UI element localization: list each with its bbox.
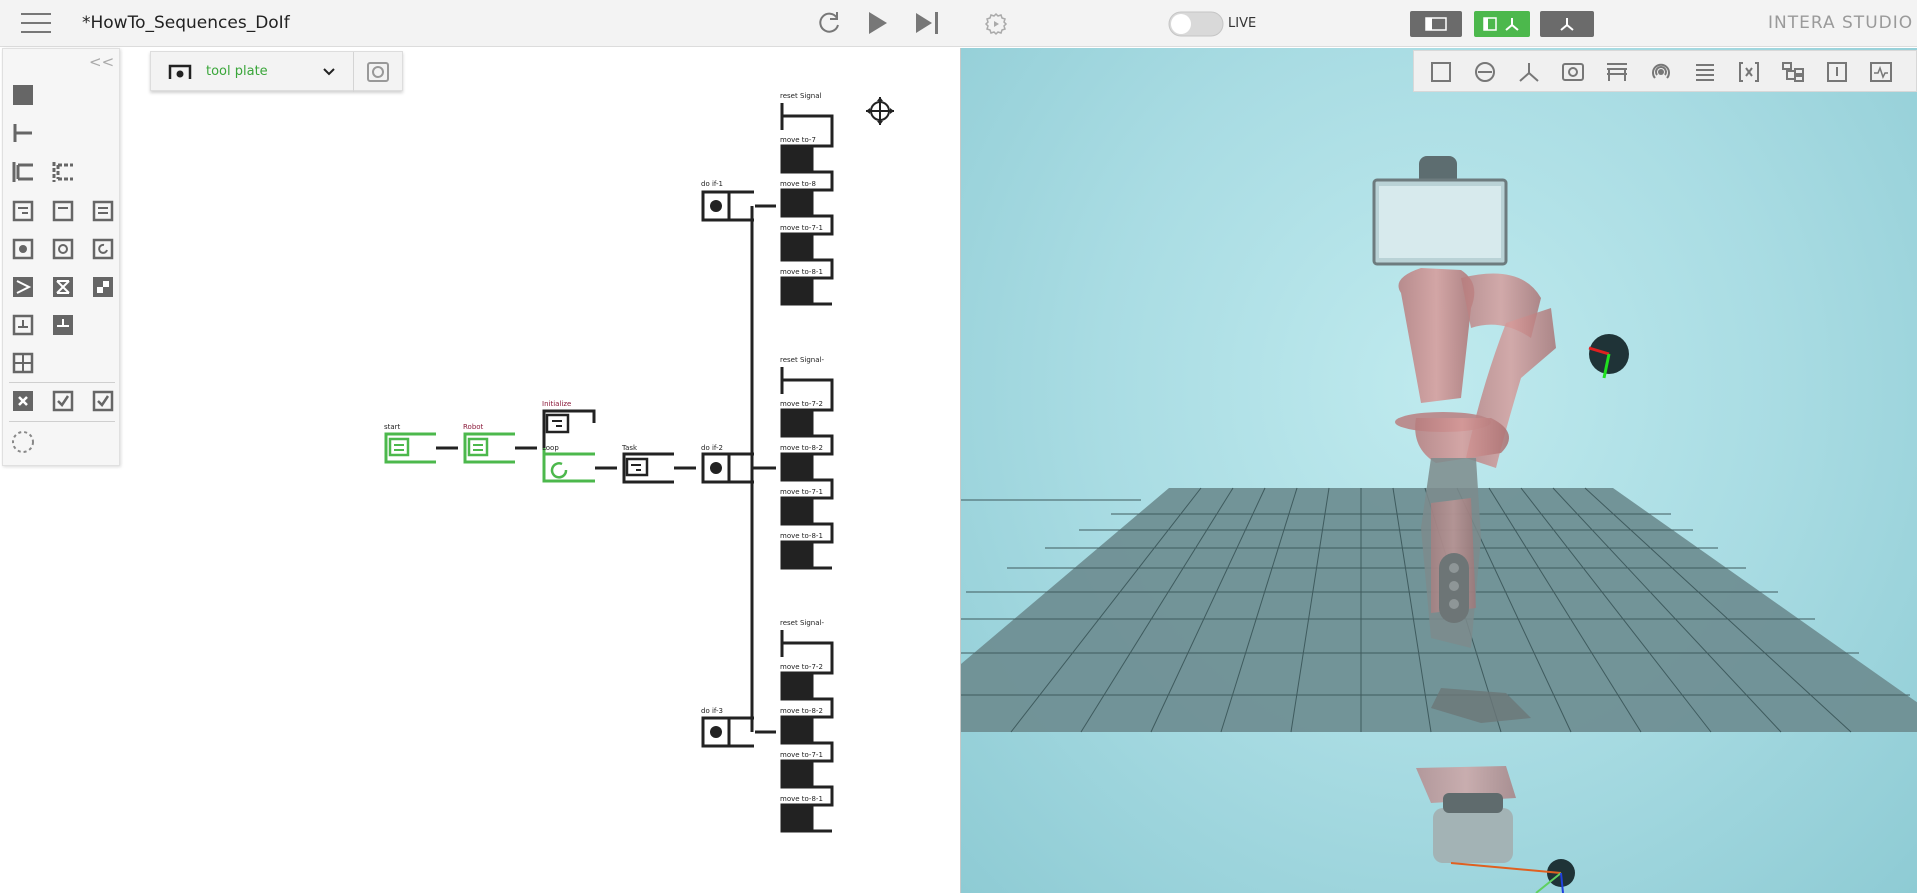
hamburger-menu-icon[interactable] — [16, 7, 56, 39]
panel-icon — [1483, 17, 1497, 31]
do-if-2-node[interactable] — [701, 452, 754, 484]
wait-node-icon[interactable] — [50, 274, 76, 300]
chevron-down-icon — [323, 68, 335, 76]
node-label: move to-8-1 — [780, 268, 823, 276]
frame-square-icon[interactable] — [1428, 59, 1454, 85]
move-to-node-icon[interactable] — [10, 274, 36, 300]
node-label: start — [384, 423, 401, 431]
node-label: do if-1 — [701, 180, 723, 188]
node-label: move to-7-1 — [780, 224, 823, 232]
node-label: Task — [622, 444, 638, 452]
3d-view-mode-button[interactable] — [1540, 11, 1594, 37]
step-icon[interactable] — [912, 8, 942, 38]
brand-logo: INTERA STUDIO — [1768, 13, 1914, 33]
list-icon[interactable] — [1692, 59, 1718, 85]
node-label: move to-8-1 — [780, 532, 823, 540]
set-node-icon[interactable] — [10, 312, 36, 338]
loop-node[interactable] — [542, 448, 595, 483]
document-title: *HowTo_Sequences_DoIf — [82, 13, 290, 33]
viewport-toolbar — [1413, 50, 1917, 92]
grid-node-icon[interactable] — [10, 350, 36, 376]
split-view-mode-button[interactable] — [1474, 11, 1530, 37]
node-label: move to-7-1 — [780, 488, 823, 496]
panel-icon — [1425, 17, 1447, 31]
loop-node-icon[interactable] — [90, 236, 116, 262]
node-label: move to-8-2 — [780, 707, 823, 715]
node-label: move to-7-1 — [780, 751, 823, 759]
check-node-icon[interactable] — [50, 388, 76, 414]
node-toolbox-panel: << — [2, 48, 120, 466]
reset-icon[interactable] — [814, 8, 844, 38]
robot-node[interactable] — [463, 432, 515, 464]
sequence-dotted-node-icon[interactable] — [50, 159, 76, 185]
play-icon[interactable] — [862, 8, 892, 38]
do-if-1-node[interactable] — [701, 190, 754, 222]
gripper-node-icon[interactable] — [90, 274, 116, 300]
axes-icon — [1560, 18, 1574, 31]
top-bar: *HowTo_Sequences_DoIf LIVE INTERA STUDIO — [0, 0, 1917, 47]
task-node[interactable] — [622, 452, 674, 484]
behavior-tree-canvas[interactable] — [0, 48, 958, 893]
node-label: reset Signal — [780, 92, 822, 100]
divider — [9, 421, 115, 422]
axes-icon[interactable] — [1516, 59, 1542, 85]
divider — [353, 52, 354, 92]
node-label: Initialize — [542, 400, 572, 408]
camera-icon[interactable] — [1560, 59, 1586, 85]
fail-node-icon[interactable] — [10, 388, 36, 414]
behavior-editor-mode-button[interactable] — [1410, 11, 1462, 37]
do-if-3-node[interactable] — [701, 716, 754, 748]
divider — [9, 382, 115, 383]
node-label: move to-8-1 — [780, 795, 823, 803]
node-label: do if-2 — [701, 444, 723, 452]
task-node-icon[interactable] — [10, 198, 36, 224]
node-label: reset Signal- — [780, 356, 824, 364]
info-icon[interactable] — [1824, 59, 1850, 85]
branch-node-icon[interactable] — [10, 120, 36, 146]
tool-plate-icon — [168, 64, 192, 79]
frame-selector-dropdown[interactable]: tool plate — [150, 51, 403, 92]
node-label: move to-8 — [780, 180, 816, 188]
3d-viewport[interactable] — [960, 48, 1917, 893]
subtask-node-icon[interactable] — [50, 198, 76, 224]
square-node-icon[interactable] — [10, 82, 36, 108]
do-if-node-icon[interactable] — [10, 236, 36, 262]
collapse-toolbox-button[interactable]: << — [89, 53, 114, 71]
graph-icon[interactable] — [1868, 59, 1894, 85]
node-label: Loop — [542, 444, 559, 452]
snapshot-camera-icon[interactable] — [363, 58, 393, 86]
table-icon[interactable] — [1604, 59, 1630, 85]
connector-lines — [436, 204, 776, 734]
dotted-circle-icon[interactable] — [10, 429, 36, 455]
move-cursor-icon — [866, 97, 894, 125]
set-signal-node-icon[interactable] — [50, 312, 76, 338]
list-node-icon[interactable] — [90, 198, 116, 224]
node-label: Robot — [463, 423, 484, 431]
start-node[interactable] — [384, 432, 436, 464]
settings-gear-icon[interactable] — [981, 9, 1011, 39]
signal-icon[interactable] — [1648, 59, 1674, 85]
node-label: move to-7 — [780, 136, 816, 144]
initialize-node[interactable] — [542, 409, 596, 448]
frame-selector-label: tool plate — [206, 64, 268, 79]
node-label: reset Signal- — [780, 619, 824, 627]
node-label: move to-8-2 — [780, 444, 823, 452]
condition-node-icon[interactable] — [50, 236, 76, 262]
node-label: move to-7-2 — [780, 400, 823, 408]
variable-icon[interactable] — [1736, 59, 1762, 85]
node-label: do if-3 — [701, 707, 723, 715]
live-label: LIVE — [1228, 16, 1257, 31]
measure-icon[interactable] — [1472, 59, 1498, 85]
success-node-icon[interactable] — [90, 388, 116, 414]
hierarchy-icon[interactable] — [1780, 59, 1806, 85]
live-toggle-switch[interactable] — [1168, 10, 1224, 38]
node-label: move to-7-2 — [780, 663, 823, 671]
axes-icon — [1505, 18, 1519, 31]
sequence-node-icon[interactable] — [10, 159, 36, 185]
